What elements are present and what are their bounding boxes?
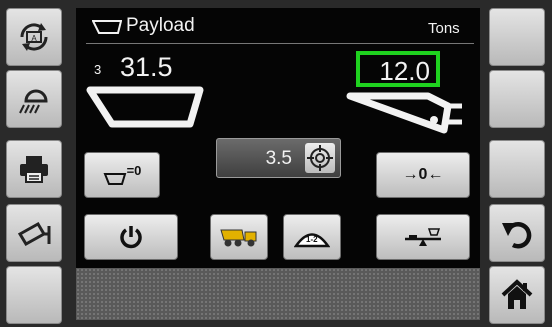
tare-bucket-icon: [103, 173, 126, 185]
camera-icon: [17, 221, 51, 247]
home-button[interactable]: [489, 266, 545, 324]
stockpile-label: 1-2: [306, 235, 318, 244]
camera-button[interactable]: [6, 204, 62, 262]
right-blank-button-1[interactable]: [489, 8, 545, 66]
tare-label: =0: [126, 162, 142, 178]
preset-target-button[interactable]: [305, 143, 335, 173]
bucket-payload-value: 31.5: [120, 52, 173, 82]
bucket-graphic: [86, 86, 204, 128]
right-blank-button-2[interactable]: [489, 70, 545, 128]
zero-button[interactable]: →0←: [376, 152, 470, 198]
auto-cycle-icon: A: [20, 23, 48, 51]
power-button[interactable]: [84, 214, 178, 260]
back-button[interactable]: [489, 204, 545, 262]
payload-display: Payload Tons 3 31.5 12.0 3.5 =0 →0← 1-2: [76, 8, 480, 320]
right-blank-button-3[interactable]: [489, 140, 545, 198]
truck-button[interactable]: [210, 214, 268, 260]
svg-text:A: A: [31, 34, 37, 43]
back-arrow-icon: [502, 222, 532, 249]
print-button[interactable]: [6, 140, 62, 198]
printer-icon: [20, 156, 48, 183]
target-crosshair-icon: [307, 145, 333, 171]
status-bar: [76, 268, 480, 320]
home-icon: [501, 279, 533, 309]
target-payload-value: 12.0: [379, 56, 430, 86]
preset-field[interactable]: 3.5: [216, 138, 341, 178]
left-blank-button[interactable]: [6, 266, 62, 324]
pass-count: 3: [94, 62, 102, 77]
auto-cycle-button[interactable]: A: [6, 8, 62, 66]
header-divider: [86, 43, 474, 44]
preset-value: 3.5: [265, 148, 292, 169]
dump-truck-icon: [220, 229, 257, 247]
unit-label: Tons: [428, 20, 460, 37]
scale-icon: [405, 228, 441, 246]
work-light-button[interactable]: [6, 70, 62, 128]
truck-body-graphic: [346, 92, 462, 134]
stockpile-button[interactable]: 1-2: [283, 214, 341, 260]
payload-title: Payload: [126, 15, 195, 36]
zero-label: →0←: [402, 166, 444, 183]
power-icon: [120, 226, 142, 249]
work-light-icon: [19, 89, 48, 114]
bucket-icon: [92, 20, 122, 34]
scale-button[interactable]: [376, 214, 470, 260]
tare-button[interactable]: =0: [84, 152, 160, 198]
target-value-box[interactable]: 12.0: [356, 51, 440, 87]
